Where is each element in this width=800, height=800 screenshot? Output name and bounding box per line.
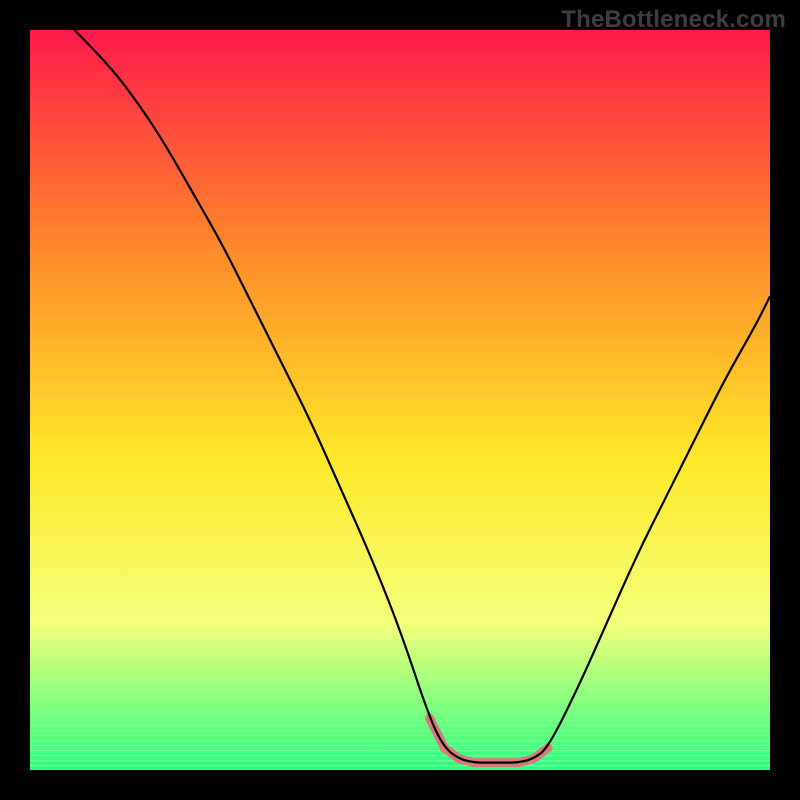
chart-frame: TheBottleneck.com: [0, 0, 800, 800]
gradient-background: [30, 30, 770, 770]
chart-plot: [30, 30, 770, 770]
watermark-text: TheBottleneck.com: [561, 6, 786, 34]
